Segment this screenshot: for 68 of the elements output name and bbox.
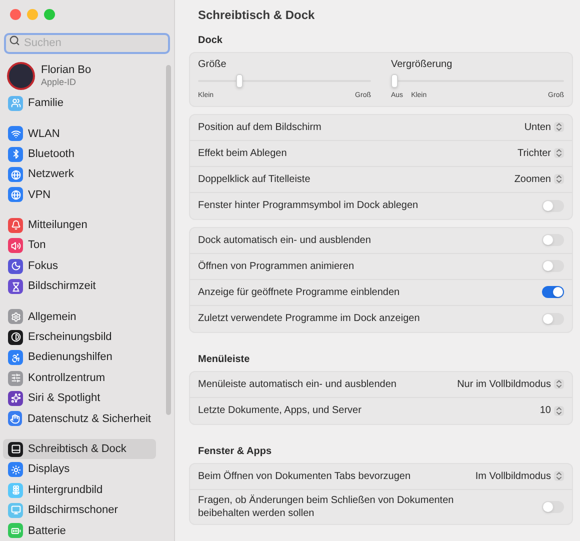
sidebar-item[interactable]: Bildschirmschoner bbox=[3, 500, 156, 521]
chevron-icon bbox=[554, 174, 564, 184]
sidebar-item[interactable]: Hintergrundbild bbox=[3, 480, 156, 500]
setting-label: Fenster hinter Programmsymbol im Dock ablegen bbox=[198, 199, 418, 212]
popup-menu[interactable]: Unten bbox=[524, 120, 564, 134]
sidebar-item[interactable]: WLAN bbox=[3, 124, 156, 144]
chevron-icon bbox=[554, 122, 564, 132]
popup-menu[interactable]: Nur im Vollbildmodus bbox=[457, 376, 564, 392]
sidebar-item[interactable]: Batterie bbox=[3, 520, 156, 541]
chevron-icon bbox=[554, 379, 564, 389]
toggle-switch[interactable] bbox=[542, 286, 564, 298]
setting-label: Anzeige für geöffnete Programme einblenden bbox=[198, 286, 400, 298]
setting-label: Dock automatisch ein- und ausblenden bbox=[198, 234, 371, 246]
setting-label: Fragen, ob Änderungen beim Schließen von Dokumenten beibehalten werden sollen bbox=[198, 494, 455, 520]
sidebar-item[interactable]: Kontrollzentrum bbox=[3, 368, 156, 388]
slider-thumb[interactable] bbox=[391, 74, 398, 88]
toggle-switch[interactable] bbox=[542, 260, 564, 272]
sidebar-item[interactable]: Fokus bbox=[3, 256, 156, 276]
zoom-button[interactable] bbox=[44, 9, 55, 20]
setting-label: Öffnen von Programmen animieren bbox=[198, 260, 354, 272]
toggle-switch[interactable] bbox=[542, 200, 564, 212]
sidebar-item[interactable]: Siri & Spotlight bbox=[3, 388, 156, 409]
sidebar-item[interactable]: Allgemein bbox=[3, 306, 156, 328]
sidebar-item[interactable]: Ton bbox=[3, 236, 156, 256]
popup-menu[interactable]: Im Vollbildmodus bbox=[475, 468, 564, 484]
sidebar-item[interactable]: Bluetooth bbox=[3, 144, 156, 164]
close-button[interactable] bbox=[10, 9, 21, 20]
setting-label: Doppelklick auf Titelleiste bbox=[198, 172, 310, 186]
section-heading: Menüleiste bbox=[197, 352, 251, 366]
setting-label: Letzte Dokumente, Apps, und Server bbox=[198, 404, 362, 417]
sidebar-item[interactable]: Displays bbox=[3, 459, 156, 480]
toggle-switch[interactable] bbox=[542, 312, 564, 324]
scrollbar[interactable] bbox=[166, 65, 171, 415]
sidebar-item[interactable]: Schreibtisch & Dock bbox=[3, 439, 156, 460]
sidebar-item[interactable]: Netzwerk bbox=[3, 164, 156, 185]
chevron-icon bbox=[554, 148, 564, 158]
popup-menu[interactable]: 10 bbox=[540, 403, 564, 418]
avatar[interactable] bbox=[7, 62, 35, 90]
setting-label: Position auf dem Bildschirm bbox=[198, 120, 322, 134]
setting-label: Menüleiste automatisch ein- und ausblenden bbox=[198, 378, 396, 390]
profile-subtitle: Apple-ID bbox=[41, 77, 78, 89]
section-heading: Dock bbox=[197, 34, 224, 48]
minimize-button[interactable] bbox=[27, 9, 38, 20]
slider-track[interactable] bbox=[198, 74, 371, 88]
slider-thumb[interactable] bbox=[236, 74, 244, 88]
sidebar-item[interactable]: VPN bbox=[3, 184, 156, 206]
sidebar-item[interactable]: Bedienungshilfen bbox=[3, 347, 156, 368]
slider-label: Vergrößerung bbox=[391, 58, 454, 72]
sidebar-item[interactable]: Datenschutz & Sicherheit bbox=[3, 408, 156, 430]
popup-menu[interactable]: Trichter bbox=[517, 146, 564, 160]
setting-label: Zuletzt verwendete Programme im Dock anzeigen bbox=[198, 312, 420, 325]
chevron-icon bbox=[554, 406, 564, 416]
sidebar-item[interactable]: Erscheinungsbild bbox=[3, 327, 156, 348]
page-title: Schreibtisch & Dock bbox=[197, 7, 316, 24]
sidebar-item[interactable]: Bildschirmzeit bbox=[3, 276, 156, 297]
section-heading: Fenster & Apps bbox=[197, 444, 273, 458]
chevron-icon bbox=[554, 471, 564, 481]
profile-name[interactable]: Florian Bo bbox=[41, 64, 92, 78]
search-icon bbox=[9, 35, 20, 46]
sidebar-item[interactable]: Familie bbox=[3, 93, 156, 114]
slider-label: Größe bbox=[198, 58, 228, 72]
sidebar-item[interactable]: Mitteilungen bbox=[3, 215, 156, 236]
slider-track[interactable] bbox=[391, 74, 564, 88]
setting-label: Effekt beim Ablegen bbox=[198, 146, 287, 160]
toggle-switch[interactable] bbox=[542, 234, 564, 246]
popup-menu[interactable]: Zoomen bbox=[514, 172, 564, 186]
toggle-switch[interactable] bbox=[542, 500, 564, 512]
setting-label: Beim Öffnen von Dokumenten Tabs bevorzugen bbox=[198, 470, 411, 482]
